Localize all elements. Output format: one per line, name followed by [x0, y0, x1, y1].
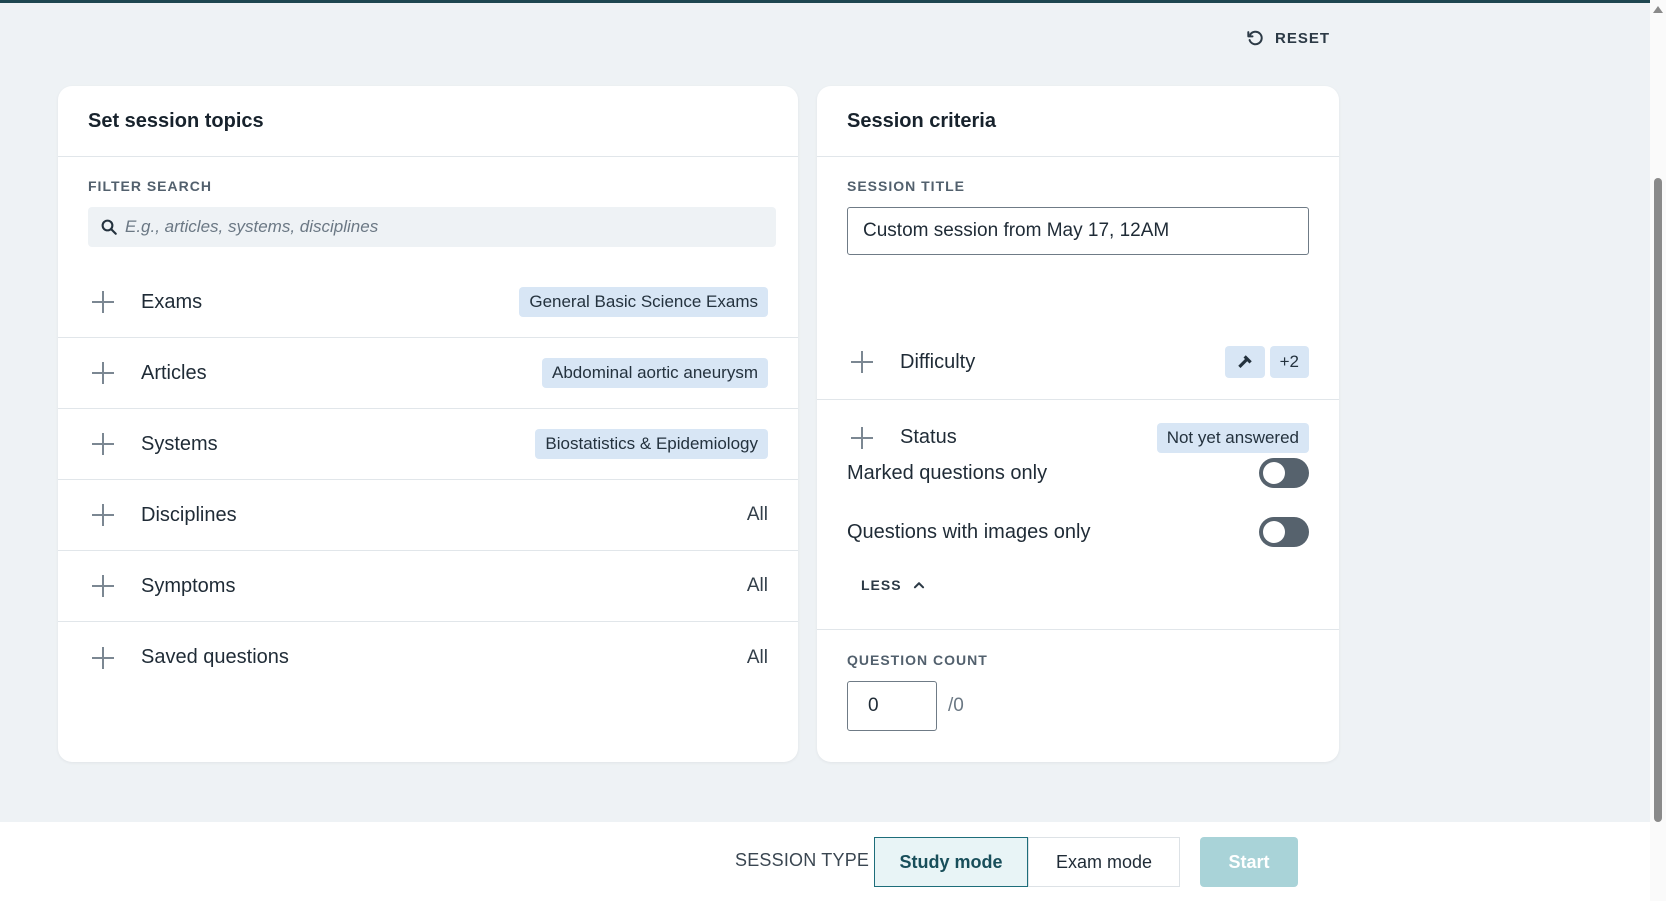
plus-icon[interactable]	[92, 433, 114, 455]
difficulty-row[interactable]: Difficulty +2	[817, 325, 1339, 400]
scroll-up-arrow-icon[interactable]	[1653, 6, 1663, 13]
less-button[interactable]: LESS	[861, 577, 926, 593]
filter-search-label: FILTER SEARCH	[88, 178, 212, 194]
topic-row-symptoms[interactable]: Symptoms All	[58, 551, 798, 622]
marked-only-label: Marked questions only	[847, 461, 1048, 484]
images-only-label: Questions with images only	[847, 520, 1091, 543]
session-criteria-title: Session criteria	[817, 86, 1339, 157]
filter-search-box[interactable]	[88, 207, 776, 247]
topic-selection-value: All	[746, 575, 768, 596]
reset-button[interactable]: RESET	[1245, 28, 1330, 48]
difficulty-extra-count: +2	[1269, 346, 1309, 378]
status-label: Status	[900, 426, 957, 448]
topic-label: Exams	[141, 290, 203, 313]
criteria-divider	[817, 629, 1339, 630]
plus-icon[interactable]	[92, 504, 114, 526]
topic-label: Symptoms	[141, 574, 236, 597]
topic-row-exams[interactable]: Exams General Basic Science Exams	[58, 267, 798, 338]
topic-label: Saved questions	[141, 646, 289, 668]
scrollbar-thumb[interactable]	[1654, 178, 1662, 822]
topic-row-articles[interactable]: Articles Abdominal aortic aneurysm	[58, 338, 798, 409]
search-icon	[101, 219, 117, 235]
plus-icon[interactable]	[92, 362, 114, 384]
difficulty-chip	[1224, 346, 1265, 378]
topic-row-saved-questions[interactable]: Saved questions All	[58, 622, 798, 693]
topic-selection-chip: Abdominal aortic aneurysm	[542, 358, 768, 388]
question-count-label: QUESTION COUNT	[847, 652, 988, 668]
topic-selection-chip: General Basic Science Exams	[519, 287, 768, 317]
plus-icon[interactable]	[851, 351, 873, 373]
reset-icon	[1247, 30, 1263, 46]
topic-row-systems[interactable]: Systems Biostatistics & Epidemiology	[58, 409, 798, 480]
topic-selection-value: All	[746, 504, 768, 525]
topic-list: Exams General Basic Science Exams Articl…	[58, 267, 798, 693]
filter-search-input[interactable]	[125, 217, 776, 237]
exam-mode-button[interactable]: Exam mode	[1028, 837, 1180, 887]
plus-icon[interactable]	[92, 291, 114, 313]
images-only-row: Questions with images only	[847, 517, 1309, 547]
plus-icon[interactable]	[92, 646, 114, 669]
images-only-toggle[interactable]	[1259, 517, 1309, 547]
study-mode-button[interactable]: Study mode	[874, 837, 1028, 887]
marked-only-row: Marked questions only	[847, 458, 1309, 488]
topic-label: Systems	[141, 432, 218, 455]
less-label: LESS	[861, 577, 902, 593]
top-progress-line	[0, 0, 1650, 3]
topic-label: Articles	[141, 361, 207, 384]
chevron-up-icon	[913, 582, 924, 589]
status-chip: Not yet answered	[1156, 422, 1309, 453]
question-count-total: /0	[948, 695, 964, 716]
topic-row-disciplines[interactable]: Disciplines All	[58, 480, 798, 551]
topic-selection-value: All	[746, 646, 768, 668]
session-topics-title: Set session topics	[58, 86, 798, 157]
plus-icon[interactable]	[851, 426, 873, 449]
footer-bar: SESSION TYPE Study mode Exam mode Start	[0, 822, 1650, 901]
session-topics-card: Set session topics FILTER SEARCH Exams G…	[58, 86, 798, 762]
start-button[interactable]: Start	[1200, 837, 1298, 887]
topic-selection-chip: Biostatistics & Epidemiology	[535, 429, 768, 459]
page-scrollbar[interactable]	[1650, 0, 1666, 901]
marked-only-toggle[interactable]	[1259, 458, 1309, 488]
session-title-label: SESSION TITLE	[847, 178, 966, 194]
plus-icon[interactable]	[92, 575, 114, 597]
session-criteria-card: Session criteria SESSION TITLE Difficult…	[817, 86, 1339, 762]
question-count-input[interactable]	[847, 681, 937, 731]
difficulty-label: Difficulty	[900, 350, 976, 373]
reset-label: RESET	[1275, 29, 1331, 47]
session-title-input[interactable]	[847, 207, 1309, 255]
session-type-label: SESSION TYPE	[735, 850, 870, 870]
topic-label: Disciplines	[141, 503, 237, 526]
hammer-icon	[1237, 355, 1252, 368]
